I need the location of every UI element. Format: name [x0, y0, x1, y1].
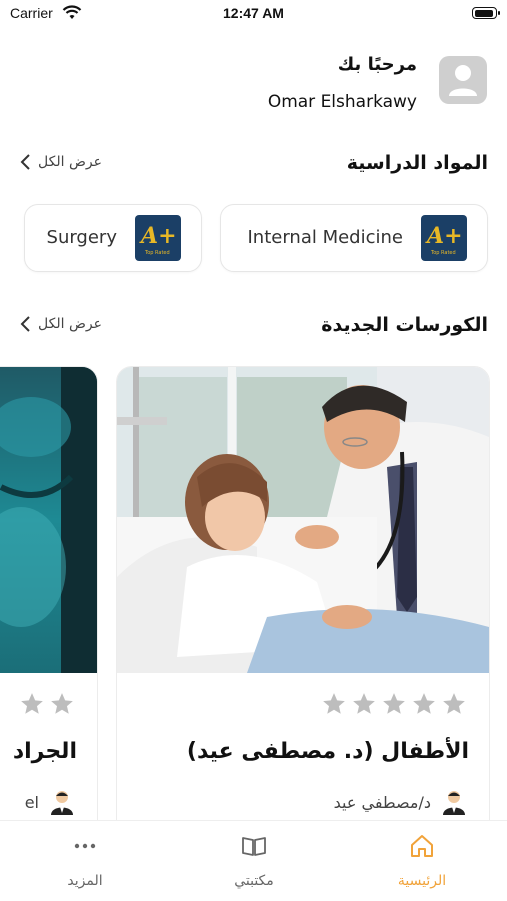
avatar[interactable]: [439, 56, 487, 104]
view-all-label: عرض الكل: [38, 154, 102, 170]
subject-name: Internal Medicine: [247, 227, 403, 248]
star-icon: [353, 693, 375, 714]
star-icon: [323, 693, 345, 714]
section-title: المواد الدراسية: [346, 152, 488, 174]
view-all-subjects-link[interactable]: عرض الكل: [18, 152, 102, 172]
status-bar: Carrier 12:47 AM: [0, 0, 507, 28]
status-time: 12:47 AM: [223, 5, 284, 21]
tab-label: الرئيسية: [397, 873, 447, 889]
home-icon: [411, 835, 433, 857]
tab-label: المزيد: [67, 873, 103, 889]
instructor-name: el: [24, 792, 39, 812]
subject-card[interactable]: A+ Top Rated Internal Medicine: [220, 204, 488, 272]
more-icon: [74, 843, 96, 849]
star-icon: [383, 693, 405, 714]
subjects-section-header: المواد الدراسية عرض الكل: [18, 150, 488, 180]
person-icon: [51, 791, 73, 815]
star-icon: [413, 693, 435, 714]
tab-bar: الرئيسية مكتبتي المزيد: [0, 820, 507, 901]
courses-section-header: الكورسات الجديدة عرض الكل: [18, 312, 488, 342]
tab-label: مكتبتي: [234, 873, 274, 889]
profile-header: مرحبًا بك Omar Elsharkawy: [0, 50, 507, 120]
subject-logo: A+ Top Rated: [135, 215, 181, 261]
view-all-courses-link[interactable]: عرض الكل: [18, 314, 102, 334]
chevron-left-icon: [20, 154, 30, 170]
course-card[interactable]: الأطفال (د. مصطفى عيد) د/مصطفي عيد: [116, 366, 490, 838]
tab-library[interactable]: مكتبتي: [204, 833, 304, 889]
section-title: الكورسات الجديدة: [321, 314, 488, 336]
course-instructor: el: [25, 789, 75, 815]
star-icon: [443, 693, 465, 714]
tab-more[interactable]: المزيد: [35, 833, 135, 889]
user-placeholder-icon: [449, 65, 477, 96]
course-title: الجراد: [12, 739, 77, 764]
star-icon: [21, 693, 43, 714]
book-icon: [242, 837, 266, 856]
subjects-list: A+ Top Rated Internal Medicine A+ Top Ra…: [24, 204, 488, 272]
tab-home[interactable]: الرئيسية: [372, 833, 472, 889]
course-title: الأطفال (د. مصطفى عيد): [186, 739, 469, 764]
rating-stars: [321, 691, 467, 717]
star-icon: [51, 693, 73, 714]
instructor-name: د/مصطفي عيد: [333, 792, 431, 812]
chevron-left-icon: [20, 316, 30, 332]
user-name: Omar Elsharkawy: [267, 92, 417, 112]
course-card[interactable]: الجراد el: [0, 366, 98, 838]
battery-icon: [472, 7, 500, 19]
course-image: [0, 367, 97, 673]
person-icon: [443, 791, 465, 815]
subject-card[interactable]: A+ Top Rated Surgery: [24, 204, 202, 272]
subject-logo: A+ Top Rated: [421, 215, 467, 261]
rating-stars: [19, 691, 75, 717]
view-all-label: عرض الكل: [38, 316, 102, 332]
greeting-text: مرحبًا بك: [337, 54, 417, 75]
subject-name: Surgery: [46, 227, 117, 248]
course-image: [117, 367, 489, 673]
course-instructor: د/مصطفي عيد: [334, 789, 467, 815]
